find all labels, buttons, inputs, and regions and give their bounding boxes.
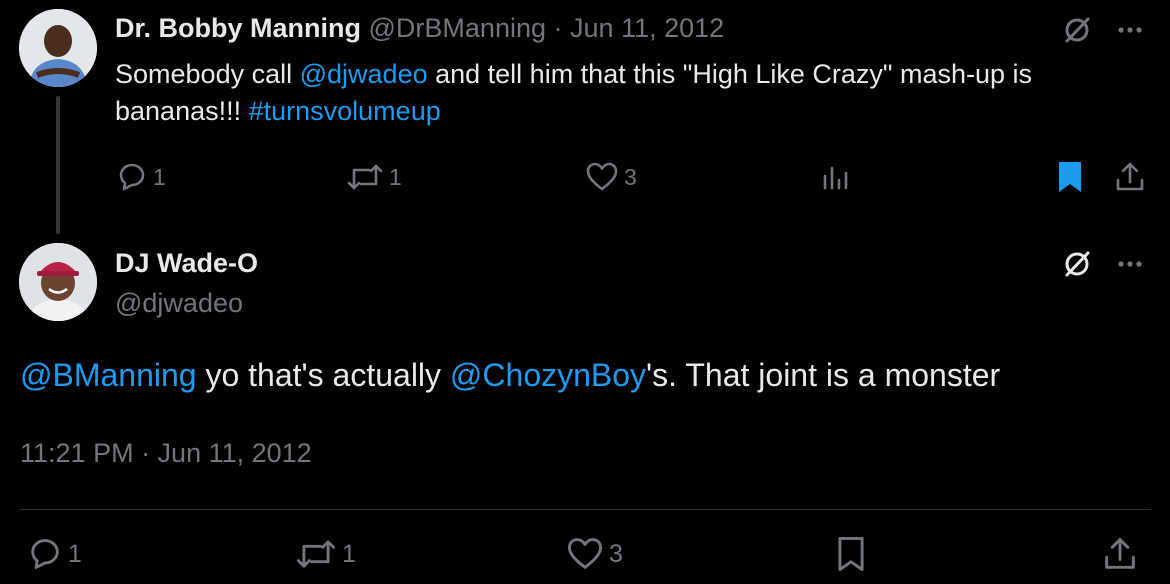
like-button[interactable]: 3 xyxy=(584,159,637,195)
like-count: 3 xyxy=(624,163,637,190)
share-icon xyxy=(1116,162,1144,191)
grok-icon[interactable] xyxy=(1059,12,1095,48)
bookmark-icon xyxy=(838,537,864,571)
reply-handle[interactable]: @djwadeo xyxy=(115,285,243,321)
retweet-count: 1 xyxy=(342,539,356,568)
share-button[interactable] xyxy=(1101,536,1139,572)
reply-display-name[interactable]: DJ Wade-O xyxy=(115,245,258,281)
reply-timestamp[interactable]: 11:21 PM · Jun 11, 2012 xyxy=(20,435,312,471)
reply-count: 1 xyxy=(68,539,82,568)
text-segment: Somebody call xyxy=(115,59,300,89)
parent-tweet-text: Somebody call @djwadeo and tell him that… xyxy=(115,56,1145,130)
reply-button[interactable]: 1 xyxy=(26,536,82,572)
retweet-button[interactable]: 1 xyxy=(345,159,402,195)
views-button[interactable] xyxy=(820,159,852,195)
reply-icon xyxy=(31,539,59,569)
like-icon xyxy=(586,162,618,191)
reply-count: 1 xyxy=(153,163,166,190)
hashtag-link[interactable]: #turnsvolumeup xyxy=(249,96,441,126)
avatar-bobby-manning[interactable] xyxy=(19,9,97,87)
header-separator: · xyxy=(553,13,563,43)
more-icon[interactable] xyxy=(1112,12,1148,48)
grok-icon[interactable] xyxy=(1059,246,1095,282)
mention-link[interactable]: @ChozynBoy xyxy=(450,357,646,393)
thread-connector-line xyxy=(56,96,60,234)
reply-tweet-text: @BManning yo that's actually @ChozynBoy'… xyxy=(20,353,1150,397)
retweet-icon xyxy=(296,540,336,568)
bookmark-button[interactable] xyxy=(1053,159,1087,195)
mention-link[interactable]: @djwadeo xyxy=(300,59,428,89)
parent-tweet-header: Dr. Bobby Manning @DrBManning · Jun 11, … xyxy=(115,10,724,46)
parent-display-name[interactable]: Dr. Bobby Manning xyxy=(115,13,361,43)
divider xyxy=(20,509,1150,510)
share-icon xyxy=(1105,538,1135,569)
reply-icon xyxy=(119,163,145,191)
mention-link[interactable]: @BManning xyxy=(20,357,197,393)
text-segment: yo that's actually xyxy=(196,357,450,393)
reply-button[interactable]: 1 xyxy=(115,159,166,195)
retweet-icon xyxy=(347,164,383,190)
share-button[interactable] xyxy=(1113,159,1147,195)
text-segment: 's. That joint is a monster xyxy=(646,357,1001,393)
retweet-count: 1 xyxy=(389,163,402,190)
views-icon xyxy=(823,166,848,190)
parent-date[interactable]: Jun 11, 2012 xyxy=(570,13,724,43)
retweet-button[interactable]: 1 xyxy=(294,536,356,572)
like-icon xyxy=(568,538,602,569)
more-icon[interactable] xyxy=(1112,246,1148,282)
parent-handle[interactable]: @DrBManning xyxy=(369,13,546,43)
bookmark-filled-icon xyxy=(1059,162,1081,192)
like-count: 3 xyxy=(609,539,623,568)
avatar-dj-wade-o[interactable] xyxy=(19,243,97,321)
like-button[interactable]: 3 xyxy=(565,536,623,572)
bookmark-button[interactable] xyxy=(832,536,870,572)
